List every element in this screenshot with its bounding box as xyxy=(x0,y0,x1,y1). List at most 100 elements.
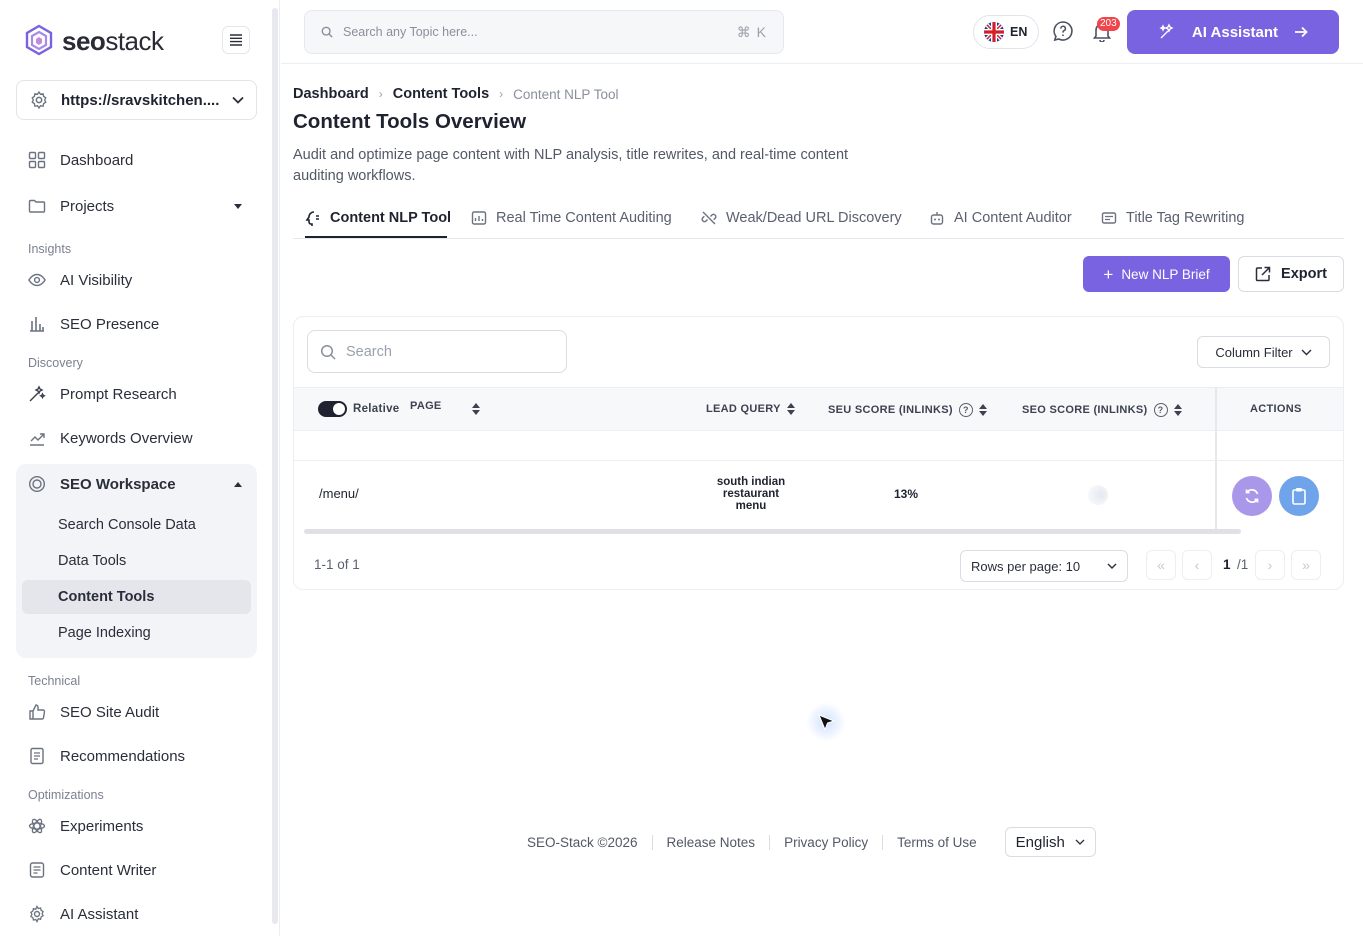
table-search-input[interactable]: Search xyxy=(307,330,567,373)
sidebar-subitem-content-tools[interactable]: Content Tools xyxy=(58,589,154,605)
pagination-count: 1-1 of 1 xyxy=(314,557,360,572)
language-code: EN xyxy=(1010,25,1028,39)
sidebar-item-prompt-research[interactable]: Prompt Research xyxy=(28,385,177,403)
column-header-lead-query[interactable]: LEAD QUERY xyxy=(706,403,795,415)
sort-page-icon[interactable] xyxy=(472,403,480,415)
mouse-cursor-highlight xyxy=(806,702,846,742)
help-circle-icon[interactable]: ? xyxy=(958,403,973,417)
sidebar-item-seo-workspace[interactable]: SEO Workspace xyxy=(28,475,242,493)
table-horizontal-scrollbar[interactable] xyxy=(304,529,1241,534)
search-icon xyxy=(321,26,333,38)
sidebar-toggle-button[interactable] xyxy=(222,26,250,54)
footer-link-release-notes[interactable]: Release Notes xyxy=(651,834,770,850)
sidebar-item-seo-presence[interactable]: SEO Presence xyxy=(28,315,159,333)
prev-page-button[interactable]: ‹ xyxy=(1182,550,1212,580)
section-label-optimizations: Optimizations xyxy=(28,788,104,802)
breadcrumb-content-tools[interactable]: Content Tools xyxy=(393,86,489,102)
chevron-right-icon: › xyxy=(499,87,504,101)
breadcrumb-current: Content NLP Tool xyxy=(513,86,619,102)
sidebar-item-label: Content Writer xyxy=(60,861,157,879)
search-shortcut: ⌘ K xyxy=(736,23,767,40)
sidebar-item-label: Projects xyxy=(60,197,115,215)
sidebar-item-seo-site-audit[interactable]: SEO Site Audit xyxy=(28,703,159,721)
sidebar-item-label: Experiments xyxy=(60,817,144,835)
eye-icon xyxy=(28,273,46,287)
sidebar-scrollbar[interactable] xyxy=(272,8,278,924)
folder-icon xyxy=(28,199,46,213)
first-page-button[interactable]: « xyxy=(1146,550,1176,580)
footer-language-select[interactable]: English xyxy=(1004,827,1096,857)
rows-per-page-select[interactable]: Rows per page: 10 xyxy=(960,550,1128,582)
sidebar-item-keywords-overview[interactable]: Keywords Overview xyxy=(28,429,193,447)
target-icon xyxy=(28,475,46,493)
arrow-right-icon xyxy=(1295,26,1308,38)
tab-title-tag-rewriting[interactable]: Title Tag Rewriting xyxy=(1101,210,1244,226)
refresh-button[interactable] xyxy=(1232,476,1272,516)
ai-assistant-button[interactable]: AI Assistant xyxy=(1127,10,1339,54)
sidebar-subitem-search-console-data[interactable]: Search Console Data xyxy=(58,517,196,533)
sidebar-subitem-page-indexing[interactable]: Page Indexing xyxy=(58,625,151,641)
caret-up-icon xyxy=(234,481,242,487)
footer-link-terms-of-use[interactable]: Terms of Use xyxy=(882,834,991,850)
clipboard-button[interactable] xyxy=(1279,476,1319,516)
tab-ai-content-auditor[interactable]: AI Content Auditor xyxy=(929,210,1072,226)
sidebar-item-label: SEO Presence xyxy=(60,315,160,333)
breadcrumb-dashboard[interactable]: Dashboard xyxy=(293,86,369,102)
sidebar-item-recommendations[interactable]: Recommendations xyxy=(28,747,185,765)
sidebar-item-ai-assistant[interactable]: AI Assistant xyxy=(28,905,138,923)
brand-name-light: stack xyxy=(105,25,164,56)
double-chevron-right-icon: » xyxy=(1302,557,1310,573)
robot-icon xyxy=(930,212,944,225)
cell-page[interactable]: /menu/ xyxy=(319,486,359,501)
column-filter-button[interactable]: Column Filter xyxy=(1197,336,1330,368)
language-switcher[interactable]: EN xyxy=(973,15,1039,49)
sidebar-item-label: AI Visibility xyxy=(60,271,133,289)
relative-toggle[interactable] xyxy=(318,401,347,417)
column-header-page[interactable]: PAGE xyxy=(410,400,442,412)
table-search-placeholder: Search xyxy=(346,343,392,360)
last-page-button[interactable]: » xyxy=(1291,550,1321,580)
site-selector[interactable]: https://sravskitchen.... xyxy=(16,80,257,120)
tab-real-time-content-auditing[interactable]: Real Time Content Auditing xyxy=(471,210,672,226)
next-page-button[interactable]: › xyxy=(1255,550,1285,580)
current-page: 1 xyxy=(1223,557,1231,572)
new-nlp-brief-button[interactable]: + New NLP Brief xyxy=(1083,256,1230,292)
footer-link-privacy-policy[interactable]: Privacy Policy xyxy=(769,834,882,850)
sparkle-wand-icon xyxy=(29,385,46,402)
search-icon xyxy=(320,344,336,360)
page-description: Audit and optimize page content with NLP… xyxy=(293,147,849,184)
column-header-seo-score[interactable]: SEO SCORE (INLINKS) ? xyxy=(1022,403,1182,417)
sidebar-item-projects[interactable]: Projects xyxy=(28,197,242,215)
new-nlp-brief-label: New NLP Brief xyxy=(1121,266,1210,282)
menu-icon xyxy=(230,34,242,46)
chevron-down-icon xyxy=(1075,839,1085,845)
page-title: Content Tools Overview xyxy=(293,110,527,133)
sidebar-item-ai-visibility[interactable]: AI Visibility xyxy=(28,271,132,289)
bar-chart-icon xyxy=(30,317,44,332)
plus-icon: + xyxy=(1103,264,1114,284)
chevron-down-icon xyxy=(1301,349,1312,355)
clipboard-icon xyxy=(1292,488,1306,505)
sidebar-item-content-writer[interactable]: Content Writer xyxy=(28,861,156,879)
sidebar-item-label: SEO Site Audit xyxy=(60,703,160,721)
tab-content-nlp-tool[interactable]: Content NLP Tool xyxy=(305,210,451,226)
help-circle-icon[interactable]: ? xyxy=(1153,403,1168,417)
tab-weak-dead-url-discovery[interactable]: Weak/Dead URL Discovery xyxy=(701,210,902,226)
export-button[interactable]: Export xyxy=(1238,256,1344,292)
total-pages: /1 xyxy=(1237,557,1249,572)
footer-language-value: English xyxy=(1015,833,1065,851)
table-spacer-row xyxy=(294,431,1343,461)
section-label-technical: Technical xyxy=(28,674,81,688)
global-search-input[interactable]: Search any Topic here... ⌘ K xyxy=(304,10,784,54)
column-header-seu-score[interactable]: SEU SCORE (INLINKS) ? xyxy=(828,403,987,417)
brand-logo[interactable]: seostack xyxy=(24,24,164,58)
help-chat-icon[interactable] xyxy=(1052,20,1074,42)
sidebar-item-experiments[interactable]: Experiments xyxy=(28,817,143,835)
chevron-down-icon xyxy=(1107,563,1117,569)
sidebar-item-label: Prompt Research xyxy=(60,385,177,403)
active-tab-indicator xyxy=(305,236,447,238)
sidebar-subitem-data-tools[interactable]: Data Tools xyxy=(58,553,126,569)
sidebar-item-dashboard[interactable]: Dashboard xyxy=(28,151,133,169)
nlp-table-card: Search Column Filter Relative PAGE LEAD … xyxy=(293,316,1344,590)
content-tools-tabs: Content NLP Tool Real Time Content Audit… xyxy=(293,200,1344,239)
